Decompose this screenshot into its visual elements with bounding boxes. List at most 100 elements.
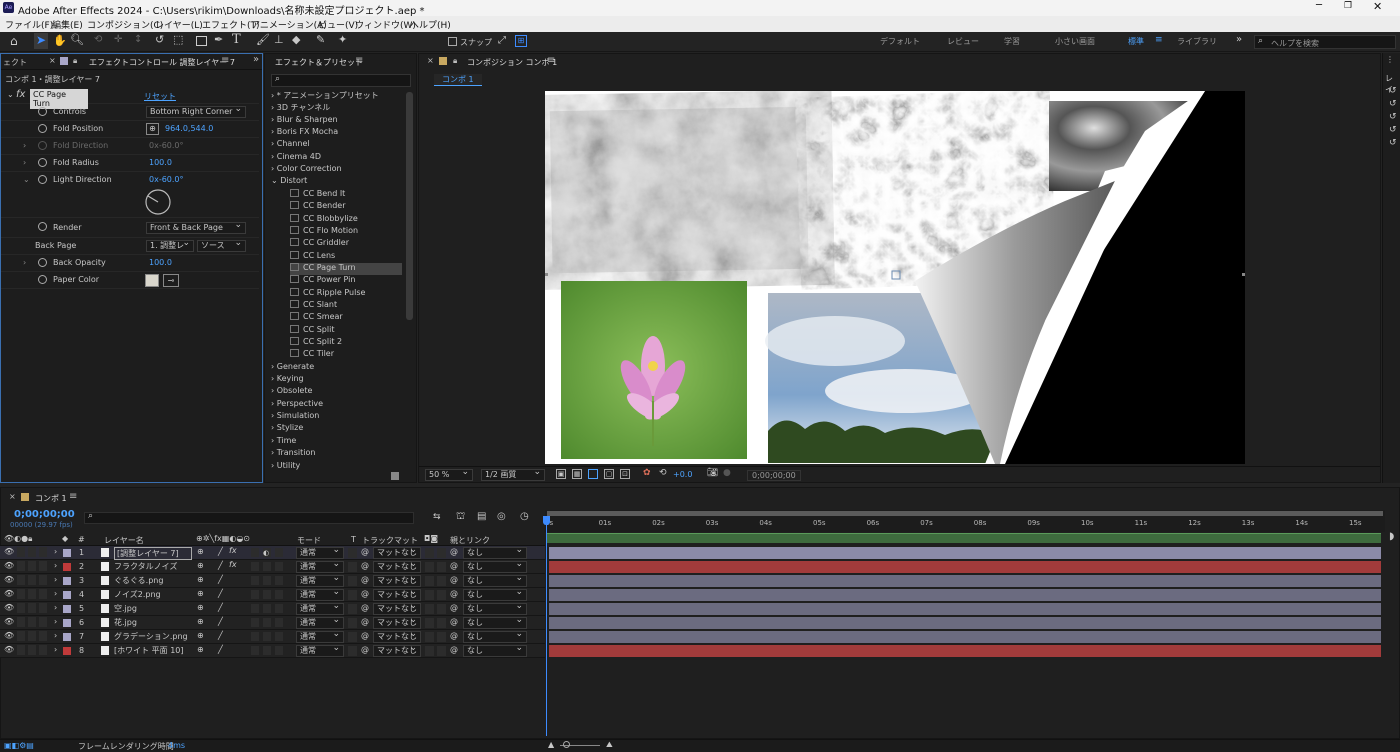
effect-item[interactable]: CC Flo Motion xyxy=(290,225,358,238)
parent-pickwhip-icon[interactable]: @ xyxy=(450,561,458,570)
label-color-swatch[interactable] xyxy=(63,563,71,571)
snap-checkbox[interactable] xyxy=(448,37,457,46)
layer-row[interactable]: 👁︎ › 6 花.jpg ⊕ ╱ 通常 @ マットなし @ なし xyxy=(0,615,545,630)
effect-item[interactable]: CC Bend It xyxy=(290,188,345,201)
layer-row[interactable]: 👁︎ › 5 空.jpg ⊕ ╱ 通常 @ マットなし @ なし xyxy=(0,601,545,616)
lock-toggle-icon[interactable]: 🔒︎ xyxy=(453,56,457,66)
home-icon[interactable]: ⌂ xyxy=(10,34,18,48)
stopwatch-icon[interactable] xyxy=(38,107,47,116)
matte-toggle-box[interactable] xyxy=(425,632,434,642)
lock-icon[interactable] xyxy=(60,57,68,65)
layer-row[interactable]: 👁︎ › 7 グラデーション.png ⊕ ╱ 通常 @ マットなし @ なし xyxy=(0,629,545,644)
matte-invert-box[interactable] xyxy=(437,604,446,614)
header-layer-name[interactable]: レイヤー名 xyxy=(104,535,144,546)
draft-3d-icon[interactable]: ⛫ xyxy=(456,511,465,524)
effect-category[interactable]: › Generate xyxy=(271,362,314,374)
quality-switch-icon[interactable]: ╱ xyxy=(218,645,223,654)
matte-pickwhip-icon[interactable]: @ xyxy=(361,631,369,640)
switch-box[interactable] xyxy=(263,576,271,585)
preserve-transparency-box[interactable] xyxy=(348,632,357,642)
effect-category[interactable]: › Simulation xyxy=(271,411,319,423)
blend-mode-dropdown[interactable]: 通常 xyxy=(296,573,344,587)
switch-box[interactable] xyxy=(251,646,259,655)
blend-mode-dropdown[interactable]: 通常 xyxy=(296,629,344,643)
eye-icon[interactable]: 👁︎ xyxy=(4,645,14,654)
track-matte-dropdown[interactable]: マットなし xyxy=(373,573,421,587)
render-toggle-icon[interactable]: ▣◧⚙▤ xyxy=(4,741,34,750)
orbit-tool-icon[interactable]: ⟲ xyxy=(94,34,102,45)
effect-item[interactable]: CC Griddler xyxy=(290,238,349,250)
stopwatch-icon[interactable] xyxy=(38,141,47,150)
blend-mode-dropdown[interactable]: 通常 xyxy=(296,559,344,573)
switch-box[interactable] xyxy=(275,604,283,613)
render-dropdown[interactable]: Front & Back Page xyxy=(146,220,246,234)
expand-layer-icon[interactable]: › xyxy=(54,617,57,626)
fold-radius-value[interactable]: 100.0 xyxy=(149,158,172,167)
audio-box[interactable] xyxy=(17,603,25,613)
preserve-transparency-box[interactable] xyxy=(348,618,357,628)
eye-icon[interactable]: 👁︎ xyxy=(4,547,14,556)
switch-box[interactable] xyxy=(275,618,283,627)
expand-icon[interactable]: › xyxy=(23,141,26,150)
type-tool-icon[interactable]: T xyxy=(232,32,241,47)
viewer-timecode[interactable]: 0;00;00;00 xyxy=(747,470,801,481)
matte-invert-box[interactable] xyxy=(437,632,446,642)
effect-item[interactable]: CC Ripple Pulse xyxy=(290,287,365,300)
shy-layers-icon[interactable]: ▤ xyxy=(477,511,486,522)
quality-switch-icon[interactable]: ╱ xyxy=(218,547,223,556)
preserve-transparency-box[interactable] xyxy=(348,646,357,656)
mask-visibility-icon[interactable] xyxy=(588,469,598,479)
effect-item[interactable]: CC Tiler xyxy=(290,349,334,361)
snap-option-icon[interactable]: ⤢ xyxy=(498,35,506,46)
layer-row[interactable]: 👁︎ › 1 [調整レイヤー 7] ⊕ ╱ fx ◐ 通常 @ マットなし @ なし xyxy=(0,545,545,560)
show-snapshot-icon[interactable]: ● xyxy=(723,468,731,478)
light-direction-value[interactable]: 0x-60.0° xyxy=(149,175,184,184)
expand-layer-icon[interactable]: › xyxy=(54,589,57,598)
lock-box[interactable] xyxy=(39,561,47,571)
new-folder-icon[interactable] xyxy=(391,472,399,480)
track-matte-dropdown[interactable]: マットなし xyxy=(373,559,421,573)
label-color-swatch[interactable] xyxy=(63,633,71,641)
effect-category[interactable]: › Keying xyxy=(271,374,304,386)
clone-stamp-icon[interactable]: ⊥ xyxy=(274,33,284,46)
matte-invert-box[interactable] xyxy=(437,618,446,628)
switch-box[interactable] xyxy=(275,590,283,599)
lock-box[interactable] xyxy=(39,617,47,627)
menu-view[interactable]: ビュー(V) xyxy=(318,18,358,31)
audio-box[interactable] xyxy=(17,645,25,655)
comp-mini-flowchart-icon[interactable]: ⇆ xyxy=(433,512,441,522)
panel-menu-icon[interactable]: ⋮ xyxy=(1386,55,1394,64)
solo-box[interactable] xyxy=(28,575,36,585)
preserve-transparency-box[interactable] xyxy=(348,590,357,600)
matte-invert-box[interactable] xyxy=(437,548,446,558)
brush-tool-icon[interactable]: 🖌︎ xyxy=(256,33,270,46)
effect-category[interactable]: › Stylize xyxy=(271,423,303,435)
crosshair-icon[interactable]: ⊕ xyxy=(146,123,159,135)
panel-menu-icon[interactable]: ≡ xyxy=(221,55,229,66)
effect-category[interactable]: › Obsolete xyxy=(271,386,312,398)
quality-switch-icon[interactable]: ╱ xyxy=(218,631,223,640)
layer-duration-bar[interactable] xyxy=(549,589,1381,601)
parent-dropdown[interactable]: なし xyxy=(463,559,527,573)
timeline-tab[interactable]: コンポ 1 xyxy=(35,493,67,504)
parent-dropdown[interactable]: なし xyxy=(463,545,527,559)
switch-box[interactable] xyxy=(263,562,271,571)
matte-pickwhip-icon[interactable]: @ xyxy=(361,575,369,584)
shy-switch-icon[interactable]: ⊕ xyxy=(197,589,204,598)
layer-name[interactable]: 花.jpg xyxy=(114,617,137,628)
workspace-learn[interactable]: 学習 xyxy=(1004,36,1020,47)
blend-mode-dropdown[interactable]: 通常 xyxy=(296,545,344,559)
stopwatch-icon[interactable] xyxy=(38,222,47,231)
lock-box[interactable] xyxy=(39,575,47,585)
track-matte-dropdown[interactable]: マットなし xyxy=(373,629,421,643)
effects-scrollbar[interactable] xyxy=(406,92,413,320)
effects-presets-tab[interactable]: エフェクト＆プリセット xyxy=(275,57,363,68)
track-matte-dropdown[interactable]: マットなし xyxy=(373,643,421,657)
layer-duration-bar[interactable] xyxy=(549,603,1381,615)
switch-box[interactable]: ◐ xyxy=(263,548,271,557)
matte-pickwhip-icon[interactable]: @ xyxy=(361,561,369,570)
frame-blend-icon[interactable]: ◎ xyxy=(497,511,506,522)
dolly-tool-icon[interactable]: ↕ xyxy=(134,34,142,45)
close-tab-icon[interactable]: × xyxy=(9,492,16,501)
pan-tool-icon[interactable]: ✛ xyxy=(114,34,122,45)
